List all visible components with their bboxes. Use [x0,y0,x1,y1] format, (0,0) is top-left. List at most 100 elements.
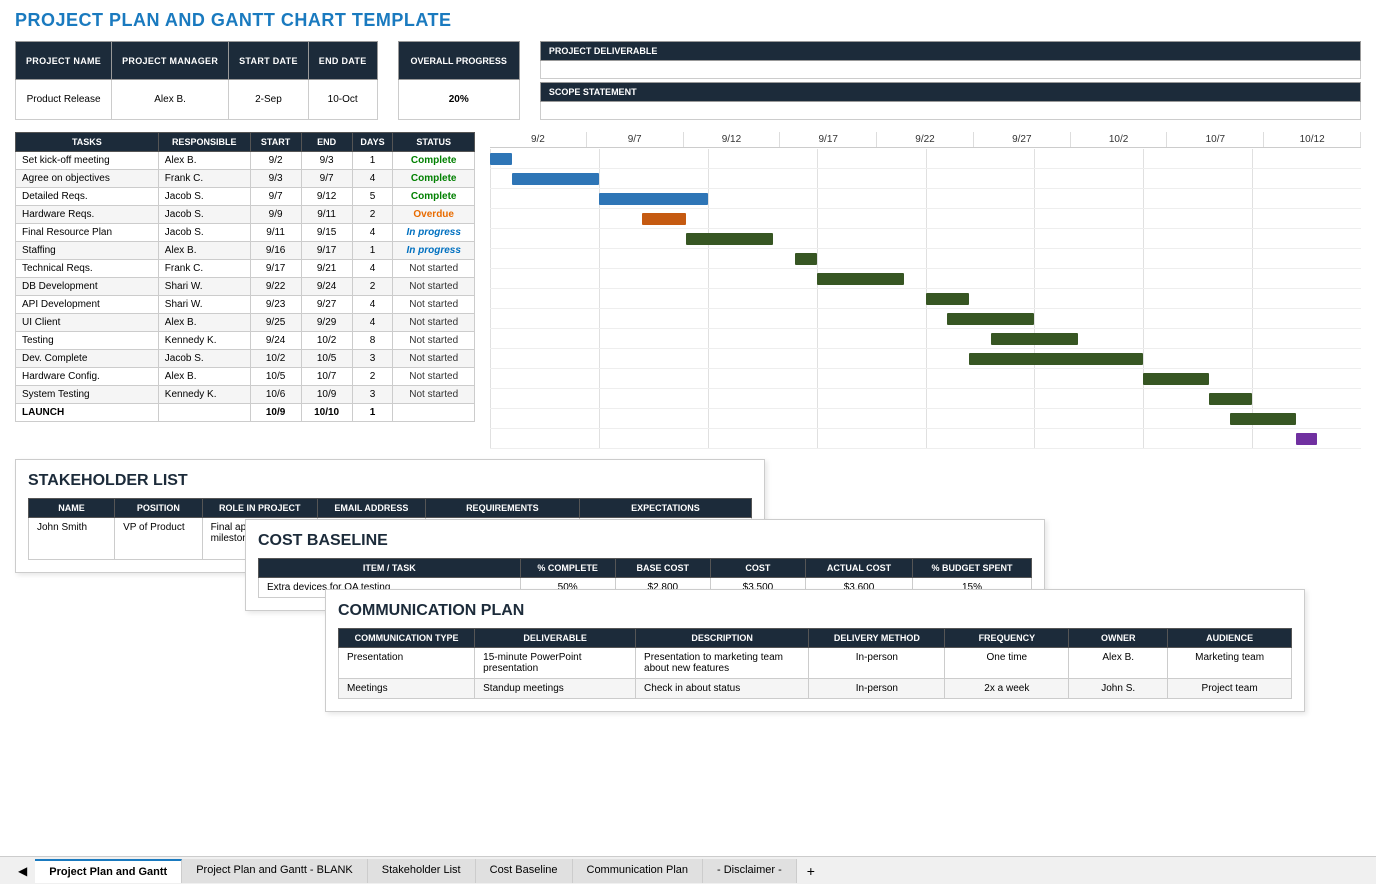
cp-desc-1: Check in about status [636,679,809,699]
gantt-bar [642,213,686,225]
scope-body [540,102,1361,120]
tab-5[interactable]: - Disclaimer - [703,859,797,883]
gantt-bar [512,173,599,185]
main-content: PROJECT PLAN AND GANTT CHART TEMPLATE PR… [0,0,1376,840]
th-tasks: TASKS [16,133,159,152]
gantt-bar [1143,373,1208,385]
sh-role-header: ROLE IN PROJECT [202,499,317,518]
task-days: 2 [352,206,393,224]
gantt-section: 9/29/79/129/179/229/2710/210/710/12 [490,132,1361,449]
cp-method-header: DELIVERY METHOD [809,629,945,648]
cost-title: COST BASELINE [258,532,1032,550]
cp-type-header: COMMUNICATION TYPE [339,629,475,648]
col-start-date: START DATE [229,42,309,80]
task-days: 2 [352,368,393,386]
cb-pct-header: % COMPLETE [520,559,615,578]
task-start: 10/5 [250,368,301,386]
tab-2[interactable]: Stakeholder List [368,859,476,883]
gantt-row [490,309,1361,329]
gantt-bar [969,353,1143,365]
task-days: 1 [352,152,393,170]
cp-audience-header: AUDIENCE [1168,629,1292,648]
task-name: API Development [16,296,159,314]
tab-3[interactable]: Cost Baseline [476,859,573,883]
task-start: 10/9 [250,404,301,422]
task-days: 4 [352,296,393,314]
task-days: 1 [352,404,393,422]
gantt-row [490,349,1361,369]
gantt-bar [795,253,817,265]
gantt-row [490,329,1361,349]
task-end: 9/24 [301,278,352,296]
task-status: Not started [393,260,475,278]
task-end: 9/29 [301,314,352,332]
tab-0[interactable]: Project Plan and Gantt [35,859,182,883]
task-responsible: Frank C. [158,260,250,278]
task-end: 9/7 [301,170,352,188]
task-end: 9/15 [301,224,352,242]
gantt-row [490,389,1361,409]
task-start: 9/3 [250,170,301,188]
progress-value: 20% [398,80,519,120]
task-status: Not started [393,368,475,386]
cp-del-0: 15-minute PowerPoint presentation [475,648,636,679]
task-responsible: Frank C. [158,170,250,188]
gantt-bar [1230,413,1295,425]
task-days: 8 [352,332,393,350]
gantt-col-label: 9/22 [877,132,974,147]
task-start: 9/23 [250,296,301,314]
sh-name-header: NAME [29,499,115,518]
gantt-row [490,369,1361,389]
task-status: Not started [393,278,475,296]
task-status: Overdue [393,206,475,224]
task-days: 3 [352,386,393,404]
cp-del-header: DELIVERABLE [475,629,636,648]
task-name: UI Client [16,314,159,332]
task-responsible: Kennedy K. [158,332,250,350]
cb-item-header: ITEM / TASK [259,559,521,578]
th-responsible: RESPONSIBLE [158,133,250,152]
deliverable-header: PROJECT DELIVERABLE [540,41,1361,61]
task-responsible: Alex B. [158,314,250,332]
task-responsible: Alex B. [158,368,250,386]
project-manager-val: Alex B. [112,80,229,120]
task-start: 9/17 [250,260,301,278]
tab-1[interactable]: Project Plan and Gantt - BLANK [182,859,368,883]
task-start: 9/2 [250,152,301,170]
tab-nav-prev[interactable]: ◀ [10,859,35,883]
tasks-table: TASKS RESPONSIBLE START END DAYS STATUS … [15,132,475,422]
sh-position-header: POSITION [115,499,202,518]
sh-position-val: VP of Product [115,518,202,560]
comm-title: COMMUNICATION PLAN [338,602,1292,620]
gantt-row [490,189,1361,209]
gantt-bar [1296,433,1318,445]
gantt-row [490,249,1361,269]
task-end: 10/10 [301,404,352,422]
gantt-row [490,289,1361,309]
cp-freq-1: 2x a week [945,679,1069,699]
task-start: 9/11 [250,224,301,242]
gantt-bar [599,193,708,205]
cp-method-0: In-person [809,648,945,679]
sh-req-header: REQUIREMENTS [425,499,579,518]
tab-4[interactable]: Communication Plan [573,859,704,883]
gantt-col-label: 9/7 [587,132,684,147]
gantt-col-label: 9/27 [974,132,1071,147]
task-name: Testing [16,332,159,350]
project-info-table: PROJECT NAME PROJECT MANAGER START DATE … [15,41,378,120]
task-start: 10/2 [250,350,301,368]
col-project-name: PROJECT NAME [16,42,112,80]
task-start: 9/16 [250,242,301,260]
tab-add-button[interactable]: + [797,858,825,884]
gantt-bar [926,293,970,305]
col-project-manager: PROJECT MANAGER [112,42,229,80]
cb-cost-header: COST [710,559,805,578]
gantt-col-headers: 9/29/79/129/179/229/2710/210/710/12 [490,132,1361,148]
task-responsible: Shari W. [158,296,250,314]
task-days: 5 [352,188,393,206]
task-days: 2 [352,278,393,296]
gantt-row [490,169,1361,189]
cp-method-1: In-person [809,679,945,699]
task-status: Not started [393,386,475,404]
cp-owner-1: John S. [1069,679,1168,699]
